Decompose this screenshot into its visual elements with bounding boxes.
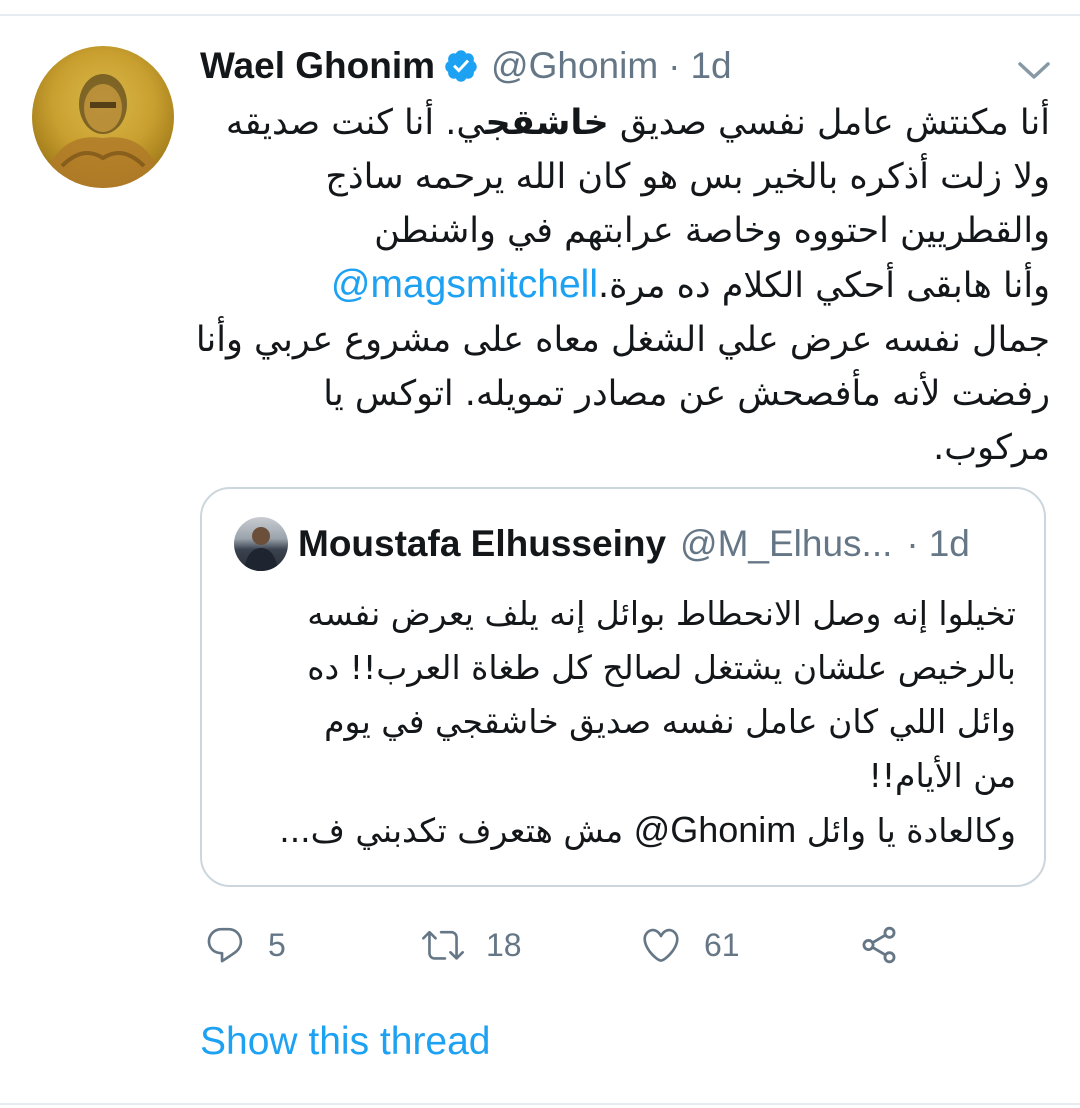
tweet-timestamp[interactable]: 1d	[690, 45, 731, 87]
quoted-author-name: Moustafa Elhusseiny	[298, 523, 667, 564]
author-handle[interactable]: @Ghonim	[491, 45, 658, 87]
tweet-line: جمال نفسه عرض علي الشغل معاه على مشروع ع…	[195, 320, 1050, 360]
avatar-photo	[42, 74, 164, 188]
share-button[interactable]	[858, 915, 900, 975]
quoted-line: وائل اللي كان عامل نفسه صديق خاشقجي في ي…	[324, 702, 1016, 741]
top-divider	[0, 14, 1080, 16]
quoted-author-handle: @M_Elhus...	[680, 523, 893, 564]
show-thread-link[interactable]: Show this thread	[200, 1020, 491, 1072]
tweet-actions: 5 18 61	[200, 915, 920, 975]
share-icon	[862, 926, 896, 964]
bottom-divider	[0, 1103, 1080, 1105]
quoted-line: بالرخيص علشان يشتغل لصالح كل طغاة العرب!…	[307, 648, 1016, 687]
tweet-line: أنا مكنتش عامل نفسي صديق خاشقجي. أنا كنت…	[225, 103, 1050, 143]
tweet-text: أنا مكنتش عامل نفسي صديق خاشقجي. أنا كنت…	[196, 96, 1050, 475]
author-avatar[interactable]	[32, 46, 174, 188]
reply-icon	[207, 927, 243, 963]
like-count: 61	[704, 926, 740, 963]
quoted-line: وكالعادة يا وائل @Ghonim مش هتعرف تكدبني…	[279, 809, 1016, 850]
quoted-author-avatar[interactable]	[234, 517, 288, 571]
retweet-count: 18	[486, 926, 522, 963]
tweet-line: مركوب.	[933, 428, 1050, 468]
mention-link[interactable]: @magsmitchell	[331, 263, 598, 306]
quoted-header: Moustafa Elhusseiny @M_Elhus... · 1d	[298, 519, 970, 569]
verified-badge-icon	[445, 50, 477, 82]
header-separator: ·	[668, 45, 681, 86]
reply-button[interactable]: 5	[204, 915, 286, 975]
retweet-button[interactable]: 18	[422, 915, 522, 975]
heart-icon	[643, 928, 679, 962]
reply-count: 5	[268, 926, 286, 963]
quoted-line: من الأيام!!	[868, 756, 1016, 795]
like-button[interactable]: 61	[640, 915, 740, 975]
quoted-line: تخيلوا إنه وصل الانحطاط بوائل إنه يلف يع…	[307, 594, 1016, 633]
quoted-separator: ·	[906, 523, 919, 564]
quoted-avatar-photo	[244, 527, 278, 571]
tweet-line: والقطريين احتووه وخاصة عرابتهم في واشنطن	[374, 211, 1050, 251]
tweet-line: وأنا هابقى أحكي الكلام ده مرة.@magsmitch…	[330, 263, 1050, 306]
quoted-text: تخيلوا إنه وصل الانحطاط بوائل إنه يلف يع…	[218, 587, 1016, 858]
author-name[interactable]: Wael Ghonim	[200, 45, 435, 87]
tweet-line: ولا زلت أذكره بالخير بس هو كان الله يرحم…	[325, 157, 1050, 197]
quoted-timestamp: 1d	[928, 523, 970, 564]
tweet-line: رفضت لأنه مأفصحش عن مصادر تمويله. اتوكس …	[323, 374, 1050, 414]
quoted-tweet[interactable]: Moustafa Elhusseiny @M_Elhus... · 1d تخي…	[200, 487, 1046, 887]
chevron-down-icon[interactable]	[1014, 56, 1054, 84]
retweet-icon	[422, 930, 464, 960]
tweet-header: Wael Ghonim @Ghonim · 1d	[200, 42, 732, 90]
